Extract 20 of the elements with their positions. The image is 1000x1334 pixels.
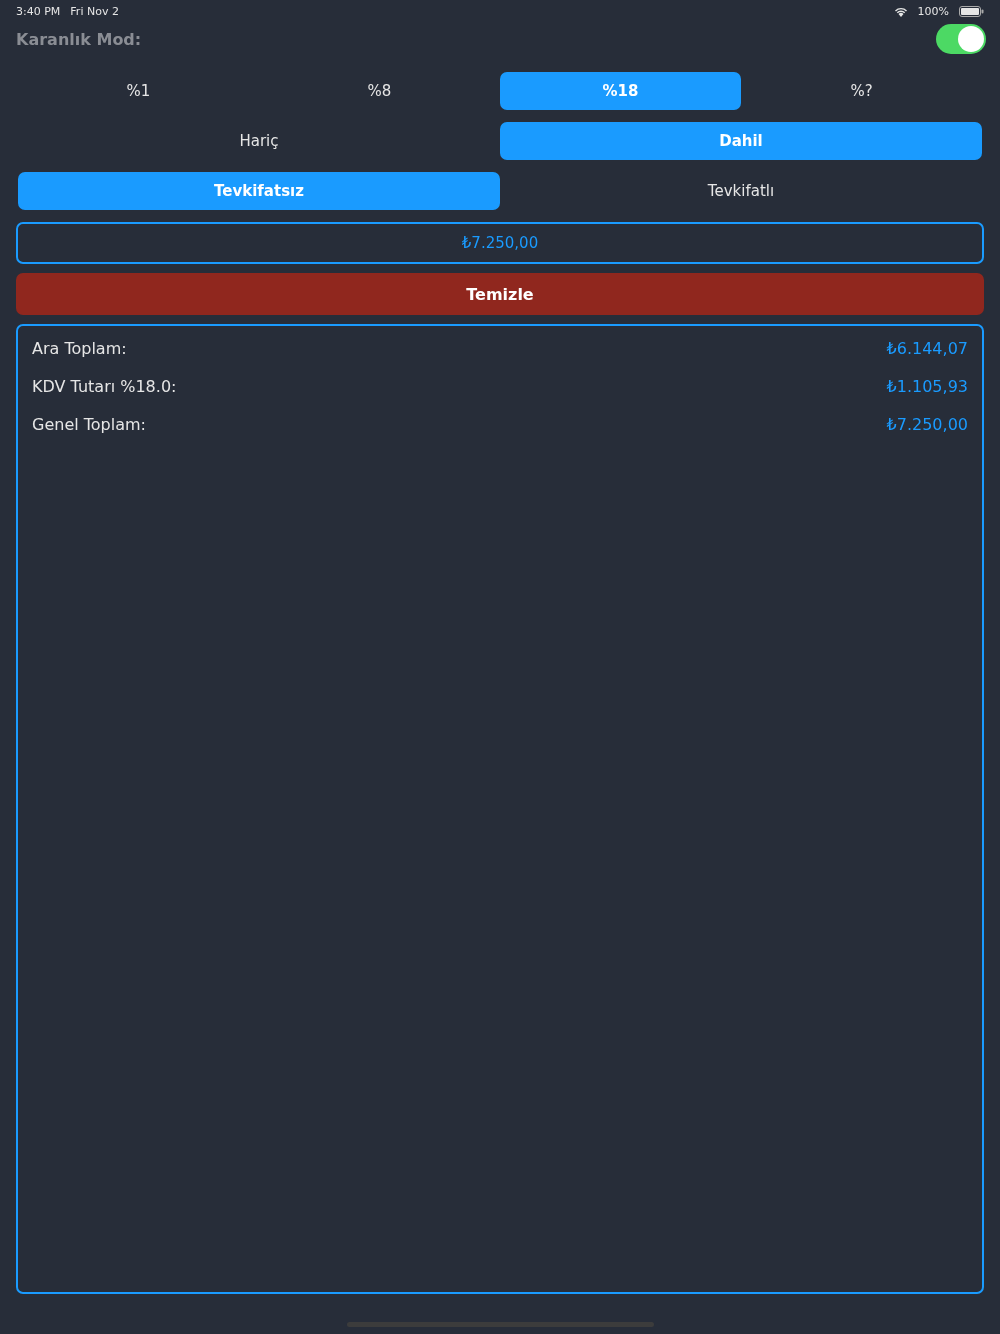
clear-button[interactable]: Temizle [16,273,984,315]
segment-option[interactable]: %8 [259,72,500,110]
wifi-icon [893,5,908,17]
result-label: KDV Tutarı %18.0: [32,376,177,397]
dark-mode-switch[interactable] [936,24,986,54]
result-value: ₺6.144,07 [886,338,968,359]
result-value: ₺7.250,00 [886,414,968,435]
segment-option[interactable]: %? [741,72,982,110]
result-label: Ara Toplam: [32,338,127,359]
segment-option[interactable]: Hariç [18,122,500,160]
segment-option[interactable]: %1 [18,72,259,110]
battery-percent: 100% [917,4,949,18]
status-time: 3:40 PM [16,4,61,18]
status-date: Fri Nov 2 [70,4,119,18]
dark-mode-label: Karanlık Mod: [16,29,142,49]
result-value: ₺1.105,93 [886,376,968,397]
result-label: Genel Toplam: [32,414,146,435]
amount-field[interactable]: ₺7.250,00 [16,222,984,264]
segment-option[interactable]: Tevkifatlı [500,172,982,210]
battery-icon [959,5,984,17]
